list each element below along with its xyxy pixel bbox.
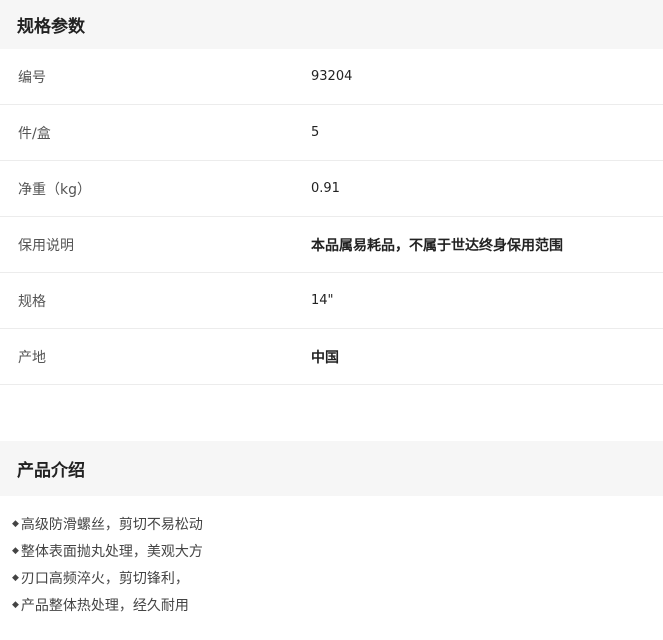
spec-label: 编号	[18, 69, 46, 86]
spec-row: 编号 93204	[0, 49, 663, 105]
list-item: ◆ 刃口高频淬火，剪切锋利，	[12, 564, 663, 591]
list-item: ◆ 产品整体热处理，经久耐用	[12, 591, 663, 618]
spec-row: 保用说明 本品属易耗品，不属于世达终身保用范围	[0, 217, 663, 273]
spec-label: 件/盒	[18, 125, 51, 142]
spec-value: 本品属易耗品，不属于世达终身保用范围	[311, 237, 563, 254]
spec-value: 5	[311, 125, 320, 140]
intro-section: 产品介绍 ◆ 高级防滑螺丝，剪切不易松动 ◆ 整体表面抛丸处理，美观大方 ◆ 刃…	[0, 441, 663, 618]
intro-header: 产品介绍	[0, 441, 663, 496]
list-item: ◆ 高级防滑螺丝，剪切不易松动	[12, 510, 663, 537]
specs-section: 规格参数 编号 93204 件/盒 5 净重（kg） 0.91 保用说明 本品属…	[0, 0, 663, 385]
spec-label: 规格	[18, 293, 46, 310]
intro-item-text: 高级防滑螺丝，剪切不易松动	[20, 516, 203, 533]
specs-table: 编号 93204 件/盒 5 净重（kg） 0.91 保用说明 本品属易耗品，不…	[0, 49, 663, 385]
list-item: ◆ 整体表面抛丸处理，美观大方	[12, 537, 663, 564]
diamond-bullet-icon: ◆	[12, 545, 19, 556]
spec-row: 产地 中国	[0, 329, 663, 385]
diamond-bullet-icon: ◆	[12, 599, 19, 610]
diamond-bullet-icon: ◆	[12, 518, 19, 529]
intro-item-text: 刃口高频淬火，剪切锋利，	[20, 570, 189, 587]
specs-header: 规格参数	[0, 0, 663, 49]
intro-item-text: 整体表面抛丸处理，美观大方	[20, 543, 203, 560]
spec-row: 规格 14"	[0, 273, 663, 329]
diamond-bullet-icon: ◆	[12, 572, 19, 583]
spec-value: 0.91	[311, 181, 340, 196]
spec-value: 93204	[311, 69, 353, 84]
spec-value: 中国	[311, 349, 339, 366]
specs-title: 规格参数	[17, 17, 85, 37]
spec-label: 产地	[18, 349, 46, 366]
spec-value: 14"	[311, 293, 334, 308]
spec-label: 保用说明	[18, 237, 74, 254]
intro-item-text: 产品整体热处理，经久耐用	[20, 597, 189, 614]
spec-row: 件/盒 5	[0, 105, 663, 161]
spec-row: 净重（kg） 0.91	[0, 161, 663, 217]
intro-list: ◆ 高级防滑螺丝，剪切不易松动 ◆ 整体表面抛丸处理，美观大方 ◆ 刃口高频淬火…	[0, 496, 663, 618]
spec-label: 净重（kg）	[18, 181, 91, 198]
intro-title: 产品介绍	[17, 461, 85, 481]
